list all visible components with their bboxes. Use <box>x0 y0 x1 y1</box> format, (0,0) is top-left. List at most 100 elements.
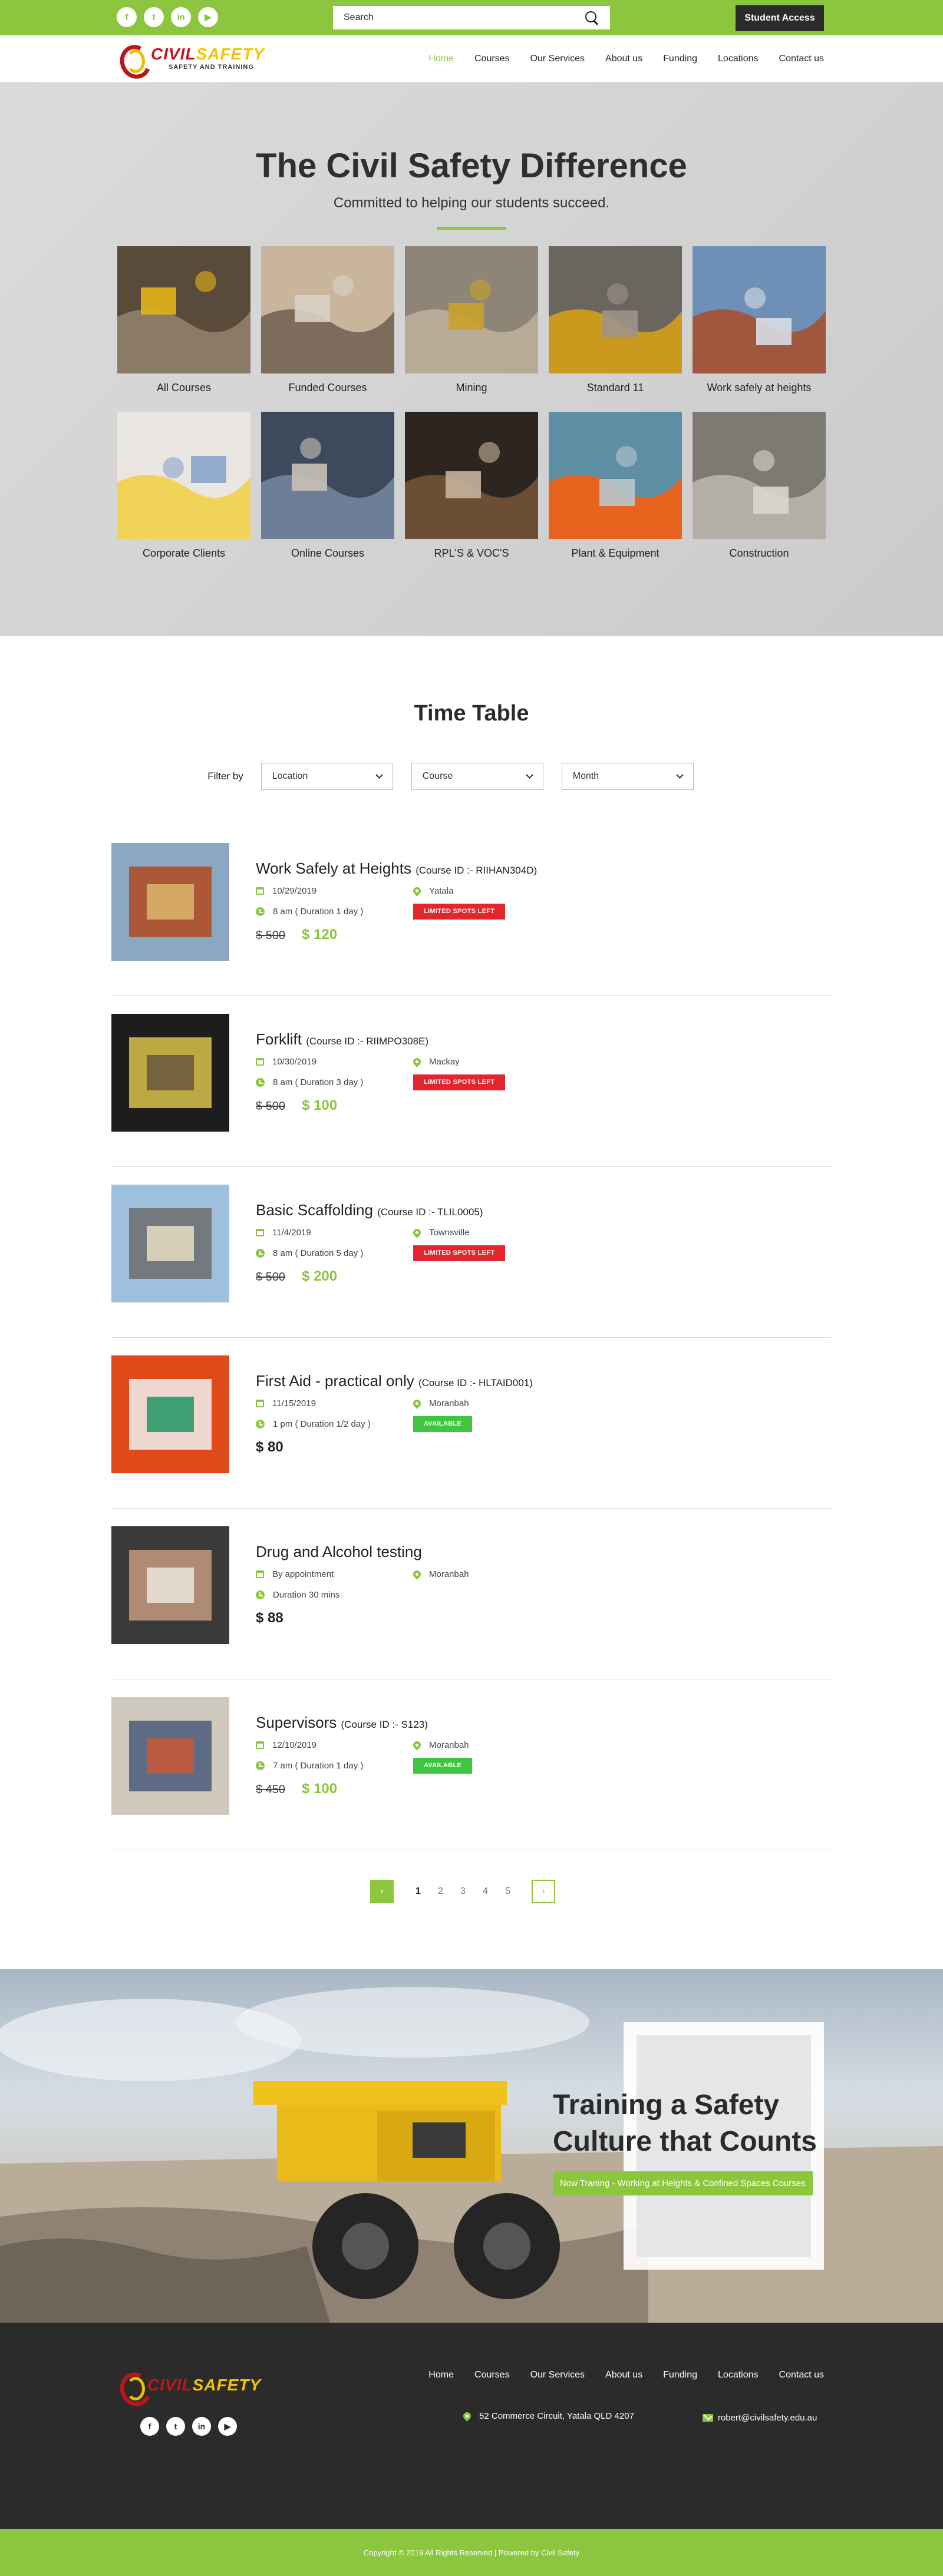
course-image[interactable] <box>111 1697 229 1815</box>
linkedin-icon[interactable]: in <box>192 2417 211 2436</box>
course-date-text: 11/4/2019 <box>272 1227 311 1238</box>
footer-email[interactable]: robert@civilsafety.edu.au <box>703 2413 817 2423</box>
location-pin-icon <box>411 1568 423 1580</box>
category-card-corporate-clients[interactable]: Corporate Clients <box>117 412 250 560</box>
nav-funding[interactable]: Funding <box>663 54 697 64</box>
course-title[interactable]: Supervisors (Course ID :- S123) <box>256 1714 786 1732</box>
twitter-icon[interactable]: t <box>166 2417 185 2436</box>
month-select[interactable]: Month <box>561 763 694 790</box>
main-navbar: CIVILSAFETY SAFETY AND TRAINING Home Cour… <box>0 35 943 82</box>
category-card-construction[interactable]: Construction <box>693 412 826 560</box>
page-2-link[interactable]: 2 <box>438 1886 443 1897</box>
page-3-link[interactable]: 3 <box>460 1886 466 1897</box>
page-1-link[interactable]: 1 <box>416 1886 421 1897</box>
category-image[interactable] <box>693 246 826 373</box>
category-card-work-safely-at-heights[interactable]: Work safely at heights <box>693 246 826 394</box>
footer-logo[interactable]: CIVILSAFETY <box>117 2370 261 2400</box>
student-access-button[interactable]: Student Access <box>736 5 824 31</box>
month-select-value: Month <box>572 771 599 781</box>
course-image[interactable] <box>111 1185 229 1302</box>
category-card-mining[interactable]: Mining <box>405 246 538 394</box>
course-meta-row: 8 am ( Duration 5 day ) LIMITED SPOTS LEF… <box>256 1245 786 1261</box>
title-underline <box>437 227 506 230</box>
linkedin-icon[interactable]: in <box>171 7 191 27</box>
course-location: Moranbah <box>411 1739 469 1751</box>
nav-contact-us[interactable]: Contact us <box>779 54 824 64</box>
course-time-text: 8 am ( Duration 1 day ) <box>273 907 364 917</box>
category-card-rpl-s-voc-s[interactable]: RPL'S & VOC'S <box>405 412 538 560</box>
course-location: Yatala <box>411 885 453 897</box>
course-image[interactable] <box>111 1014 229 1132</box>
category-card-all-courses[interactable]: All Courses <box>117 246 250 394</box>
course-title[interactable]: Drug and Alcohol testing <box>256 1543 786 1561</box>
footer-nav-funding[interactable]: Funding <box>663 2370 697 2380</box>
category-card-standard-11[interactable]: Standard 11 <box>549 246 682 394</box>
category-image[interactable] <box>549 246 682 373</box>
location-select[interactable]: Location <box>261 763 393 790</box>
calendar-icon <box>256 1741 264 1749</box>
course-location: Moranbah <box>411 1397 469 1409</box>
old-price: $ 450 <box>256 1783 286 1796</box>
search-input[interactable] <box>344 12 584 23</box>
course-image[interactable] <box>111 1355 229 1473</box>
course-meta-row: 11/15/2019 Moranbah <box>256 1397 786 1409</box>
category-card-plant-equipment[interactable]: Plant & Equipment <box>549 412 682 560</box>
status-badge: AVAILABLE <box>413 1758 473 1774</box>
category-image[interactable] <box>117 412 250 539</box>
category-image[interactable] <box>261 412 394 539</box>
category-image[interactable] <box>405 412 538 539</box>
course-title[interactable]: Forklift (Course ID :- RIIMPO308E) <box>256 1030 786 1049</box>
youtube-icon[interactable]: ▶ <box>218 2417 237 2436</box>
category-card-funded-courses[interactable]: Funded Courses <box>261 246 394 394</box>
twitter-icon[interactable]: t <box>144 7 164 27</box>
category-image[interactable] <box>549 412 682 539</box>
footer-nav-about-us[interactable]: About us <box>605 2370 642 2380</box>
facebook-icon[interactable]: f <box>140 2417 159 2436</box>
category-image[interactable] <box>117 246 250 373</box>
category-image[interactable] <box>261 246 394 373</box>
nav-home[interactable]: Home <box>428 54 454 64</box>
nav-locations[interactable]: Locations <box>718 54 759 64</box>
footer-brand: CIVILSAFETY <box>147 2376 262 2394</box>
next-page-button[interactable]: › <box>532 1880 555 1903</box>
page-5-link[interactable]: 5 <box>505 1886 510 1897</box>
course-price: $ 450 $ 100 <box>256 1781 786 1797</box>
youtube-icon[interactable]: ▶ <box>198 7 218 27</box>
chevron-down-icon <box>525 771 533 779</box>
footer-nav-home[interactable]: Home <box>428 2370 454 2380</box>
calendar-icon <box>256 1228 264 1236</box>
footer-nav-locations[interactable]: Locations <box>718 2370 759 2380</box>
course-title-text: Forklift <box>256 1030 302 1048</box>
banner-headline: Training a Safety Culture that Counts <box>553 2087 817 2160</box>
category-card-online-courses[interactable]: Online Courses <box>261 412 394 560</box>
footer-nav-our-services[interactable]: Our Services <box>530 2370 585 2380</box>
mail-icon <box>703 2414 713 2422</box>
course-date: 10/29/2019 <box>256 885 413 897</box>
pagination: ‹ 1 2 3 4 5 › <box>0 1880 943 1903</box>
course-title[interactable]: First Aid - practical only (Course ID :-… <box>256 1372 786 1390</box>
course-date-text: By appointment <box>272 1569 334 1579</box>
category-image[interactable] <box>405 246 538 373</box>
category-image[interactable] <box>693 412 826 539</box>
course-image[interactable] <box>111 1526 229 1644</box>
course-image[interactable] <box>111 843 229 961</box>
course-price: $ 500 $ 100 <box>256 1097 786 1114</box>
prev-page-button[interactable]: ‹ <box>370 1880 394 1903</box>
category-grid: All Courses Funded Courses Mining Standard … <box>117 246 826 560</box>
course-date: 10/30/2019 <box>256 1056 413 1067</box>
course-select[interactable]: Course <box>411 763 543 790</box>
course-title[interactable]: Basic Scaffolding (Course ID :- TLIL0005… <box>256 1201 786 1219</box>
nav-our-services[interactable]: Our Services <box>530 54 585 64</box>
logo[interactable]: CIVILSAFETY SAFETY AND TRAINING <box>117 42 265 73</box>
nav-courses[interactable]: Courses <box>474 54 510 64</box>
footer-nav-contact-us[interactable]: Contact us <box>779 2370 824 2380</box>
banner-cta-strip[interactable]: Now Traning - Working at Heights & Confi… <box>553 2171 813 2195</box>
facebook-icon[interactable]: f <box>117 7 137 27</box>
nav-about-us[interactable]: About us <box>605 54 642 64</box>
search-icon[interactable] <box>584 10 599 25</box>
course-title[interactable]: Work Safely at Heights (Course ID :- RII… <box>256 859 786 878</box>
footer-nav-courses[interactable]: Courses <box>474 2370 510 2380</box>
page-4-link[interactable]: 4 <box>483 1886 488 1897</box>
footer-menu: Home Courses Our Services About us Funding Lo… <box>408 2370 824 2380</box>
status-badge: AVAILABLE <box>413 1416 473 1432</box>
